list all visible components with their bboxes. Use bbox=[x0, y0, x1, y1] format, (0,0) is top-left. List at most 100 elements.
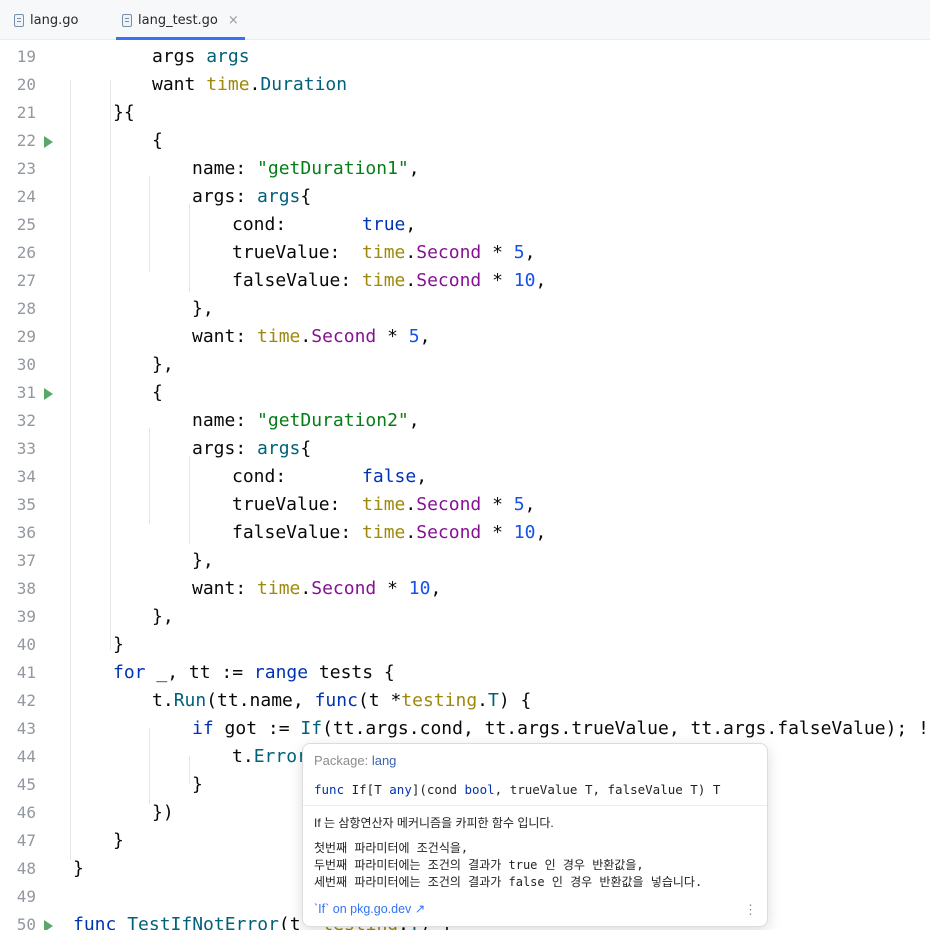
code-line[interactable]: 30}, bbox=[0, 351, 930, 379]
code-token: Run bbox=[173, 690, 207, 711]
code-token: * bbox=[481, 522, 514, 543]
code-text: args: args{ bbox=[192, 438, 311, 459]
code-token: func bbox=[314, 690, 358, 711]
run-test-icon[interactable] bbox=[44, 388, 53, 400]
tab-lang-go[interactable]: lang.go bbox=[14, 0, 78, 40]
code-token: trueValue: bbox=[232, 242, 363, 263]
code-line[interactable]: 33 args: args{ bbox=[0, 435, 930, 463]
code-line[interactable]: 29 want: time.Second * 5, bbox=[0, 323, 930, 351]
code-token: }, bbox=[192, 550, 214, 571]
code-token: , bbox=[405, 214, 417, 235]
code-line[interactable]: 22 { bbox=[0, 127, 930, 155]
code-token: }, bbox=[152, 354, 174, 375]
code-token: { bbox=[152, 382, 163, 403]
code-token: }, bbox=[192, 298, 214, 319]
line-number: 22 bbox=[16, 131, 36, 150]
code-token: }) bbox=[152, 802, 174, 823]
code-token: args bbox=[257, 438, 301, 459]
code-token: cond: bbox=[232, 466, 363, 487]
go-file-icon bbox=[14, 13, 24, 27]
line-number: 38 bbox=[16, 579, 36, 598]
code-text: want time.Duration bbox=[152, 74, 347, 95]
code-token: got := bbox=[213, 718, 301, 739]
run-test-icon[interactable] bbox=[44, 920, 53, 930]
line-number: 48 bbox=[16, 859, 36, 878]
code-token: (tt.args.cond, tt.args.trueValue, tt.arg… bbox=[322, 718, 929, 739]
code-token: func bbox=[73, 914, 117, 930]
code-line[interactable]: 20 want time.Duration bbox=[0, 71, 930, 99]
code-line[interactable]: 41 for _, tt := range tests { bbox=[0, 659, 930, 687]
code-line[interactable]: 25 cond: true, bbox=[0, 211, 930, 239]
code-line[interactable]: 36 falseValue: time.Second * 10, bbox=[0, 519, 930, 547]
signature-token: ](cond bbox=[411, 782, 465, 797]
doc-summary: If 는 삼항연산자 메커니즘을 카피한 함수 입니다. bbox=[314, 816, 554, 830]
code-text: } bbox=[73, 858, 84, 879]
code-token: time bbox=[257, 578, 301, 599]
doc-line: 두번째 파라미터에는 조건의 결과가 true 인 경우 반환값을, bbox=[314, 858, 644, 872]
line-number: 36 bbox=[16, 523, 36, 542]
code-line[interactable]: 21}{ bbox=[0, 99, 930, 127]
code-line[interactable]: 31 { bbox=[0, 379, 930, 407]
code-token: for bbox=[113, 662, 146, 683]
pkg-go-dev-link[interactable]: `If` on pkg.go.dev ↗ bbox=[314, 901, 425, 916]
close-tab-icon[interactable]: × bbox=[228, 13, 239, 28]
line-number: 43 bbox=[16, 719, 36, 738]
code-text: want: time.Second * 5, bbox=[192, 326, 430, 347]
editor-tab-bar: lang.go lang_test.go × bbox=[0, 0, 930, 40]
code-token: time bbox=[362, 494, 406, 515]
line-number: 33 bbox=[16, 439, 36, 458]
code-token: }, bbox=[152, 606, 174, 627]
code-line[interactable]: 23 name: "getDuration1", bbox=[0, 155, 930, 183]
code-text: } bbox=[113, 634, 124, 655]
line-number: 32 bbox=[16, 411, 36, 430]
tab-lang-test-go[interactable]: lang_test.go × bbox=[116, 0, 245, 40]
package-name[interactable]: lang bbox=[372, 753, 397, 768]
code-text: }) bbox=[152, 802, 174, 823]
line-number: 37 bbox=[16, 551, 36, 570]
line-number: 46 bbox=[16, 803, 36, 822]
code-text: }, bbox=[152, 606, 174, 627]
line-number: 24 bbox=[16, 187, 36, 206]
code-text: args: args{ bbox=[192, 186, 311, 207]
more-options-icon[interactable]: ⋮ bbox=[744, 902, 757, 918]
code-text: }, bbox=[152, 354, 174, 375]
code-line[interactable]: 19 args args bbox=[0, 43, 930, 71]
code-token: falseValue: bbox=[232, 522, 363, 543]
code-line[interactable]: 37}, bbox=[0, 547, 930, 575]
code-line[interactable]: 28}, bbox=[0, 295, 930, 323]
line-number: 26 bbox=[16, 243, 36, 262]
code-line[interactable]: 35 trueValue: time.Second * 5, bbox=[0, 491, 930, 519]
code-line[interactable]: 24 args: args{ bbox=[0, 183, 930, 211]
code-token: Second bbox=[416, 522, 482, 543]
code-line[interactable]: 40} bbox=[0, 631, 930, 659]
code-line[interactable]: 34 cond: false, bbox=[0, 463, 930, 491]
code-token: . bbox=[405, 270, 417, 291]
code-token: . bbox=[300, 326, 312, 347]
code-line[interactable]: 26 trueValue: time.Second * 5, bbox=[0, 239, 930, 267]
code-line[interactable]: 32 name: "getDuration2", bbox=[0, 407, 930, 435]
code-token: name: bbox=[192, 158, 258, 179]
code-token: (tt.name, bbox=[206, 690, 315, 711]
code-line[interactable]: 39}, bbox=[0, 603, 930, 631]
line-number: 47 bbox=[16, 831, 36, 850]
code-token: * bbox=[376, 578, 409, 599]
code-text: }{ bbox=[113, 102, 135, 123]
line-number: 23 bbox=[16, 159, 36, 178]
line-number: 35 bbox=[16, 495, 36, 514]
run-test-icon[interactable] bbox=[44, 136, 53, 148]
code-line[interactable]: 27 falseValue: time.Second * 10, bbox=[0, 267, 930, 295]
package-info: Package: lang bbox=[314, 753, 396, 768]
line-number: 31 bbox=[16, 383, 36, 402]
code-token: * bbox=[481, 270, 514, 291]
code-token: want: bbox=[192, 578, 258, 599]
code-line[interactable]: 42 t.Run(tt.name, func(t *testing.T) { bbox=[0, 687, 930, 715]
code-token: 10 bbox=[513, 522, 536, 543]
code-token: , bbox=[535, 522, 547, 543]
code-token: TestIfNotError bbox=[127, 914, 279, 930]
code-line[interactable]: 43 if got := If(tt.args.cond, tt.args.tru… bbox=[0, 715, 930, 743]
code-token: } bbox=[113, 830, 124, 851]
code-text: falseValue: time.Second * 10, bbox=[232, 522, 546, 543]
code-line[interactable]: 38 want: time.Second * 10, bbox=[0, 575, 930, 603]
code-token: , bbox=[419, 326, 431, 347]
line-number: 42 bbox=[16, 691, 36, 710]
